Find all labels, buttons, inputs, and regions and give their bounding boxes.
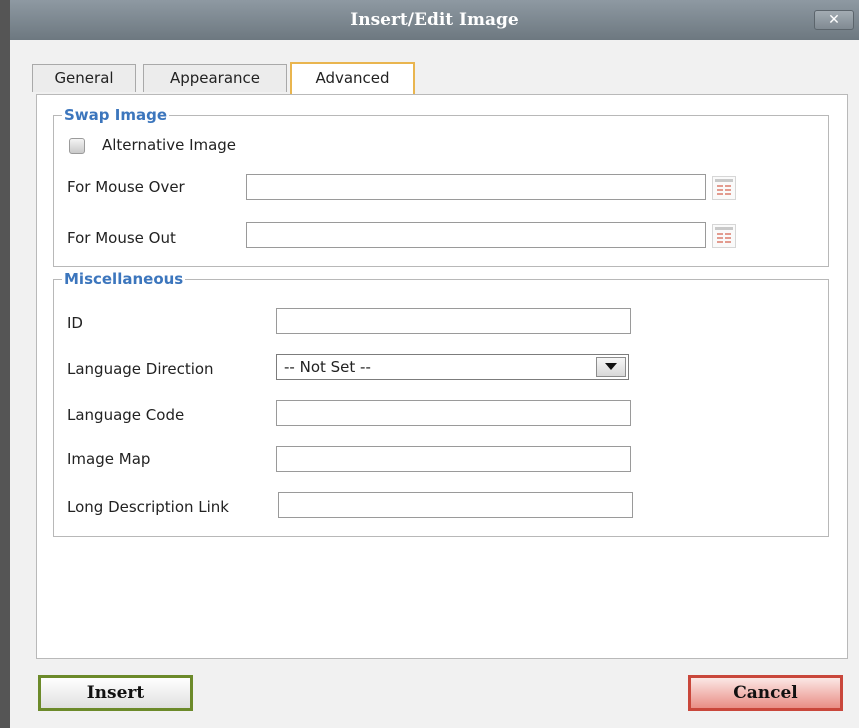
dialog-title: Insert/Edit Image	[350, 10, 519, 30]
alternative-image-label: Alternative Image	[102, 136, 237, 154]
alternative-image-checkbox[interactable]	[69, 138, 85, 154]
window-edge	[0, 0, 10, 728]
tab-appearance[interactable]: Appearance	[143, 64, 287, 92]
image-map-input[interactable]	[276, 446, 631, 472]
dropdown-arrow-icon[interactable]	[596, 357, 626, 377]
id-label: ID	[67, 314, 83, 332]
swap-image-legend: Swap Image	[62, 106, 169, 124]
mouse-out-input[interactable]	[246, 222, 706, 248]
insert-edit-image-dialog: Insert/Edit Image ✕ General Appearance A…	[0, 0, 859, 728]
language-code-input[interactable]	[276, 400, 631, 426]
long-description-link-label: Long Description Link	[67, 498, 229, 516]
language-direction-select[interactable]: -- Not Set --	[276, 354, 629, 380]
tab-advanced[interactable]: Advanced	[290, 62, 415, 94]
browse-list-icon[interactable]	[712, 224, 736, 248]
id-input[interactable]	[276, 308, 631, 334]
image-map-label: Image Map	[67, 450, 151, 468]
language-code-label: Language Code	[67, 406, 185, 424]
long-description-link-input[interactable]	[278, 492, 633, 518]
advanced-panel: Swap Image Alternative Image For Mouse O…	[36, 94, 848, 659]
language-direction-value: -- Not Set --	[284, 358, 371, 376]
close-icon[interactable]: ✕	[814, 10, 854, 30]
browse-list-icon[interactable]	[712, 176, 736, 200]
language-direction-label: Language Direction	[67, 360, 214, 378]
miscellaneous-legend: Miscellaneous	[62, 270, 186, 288]
mouse-over-input[interactable]	[246, 174, 706, 200]
insert-button[interactable]: Insert	[38, 675, 193, 711]
swap-image-group: Swap Image Alternative Image For Mouse O…	[53, 106, 829, 267]
mouse-out-label: For Mouse Out	[67, 229, 176, 247]
tab-general[interactable]: General	[32, 64, 136, 92]
title-bar[interactable]: Insert/Edit Image ✕	[10, 0, 859, 40]
mouse-over-label: For Mouse Over	[67, 178, 185, 196]
miscellaneous-group: Miscellaneous ID Language Direction -- N…	[53, 270, 829, 537]
cancel-button[interactable]: Cancel	[688, 675, 843, 711]
